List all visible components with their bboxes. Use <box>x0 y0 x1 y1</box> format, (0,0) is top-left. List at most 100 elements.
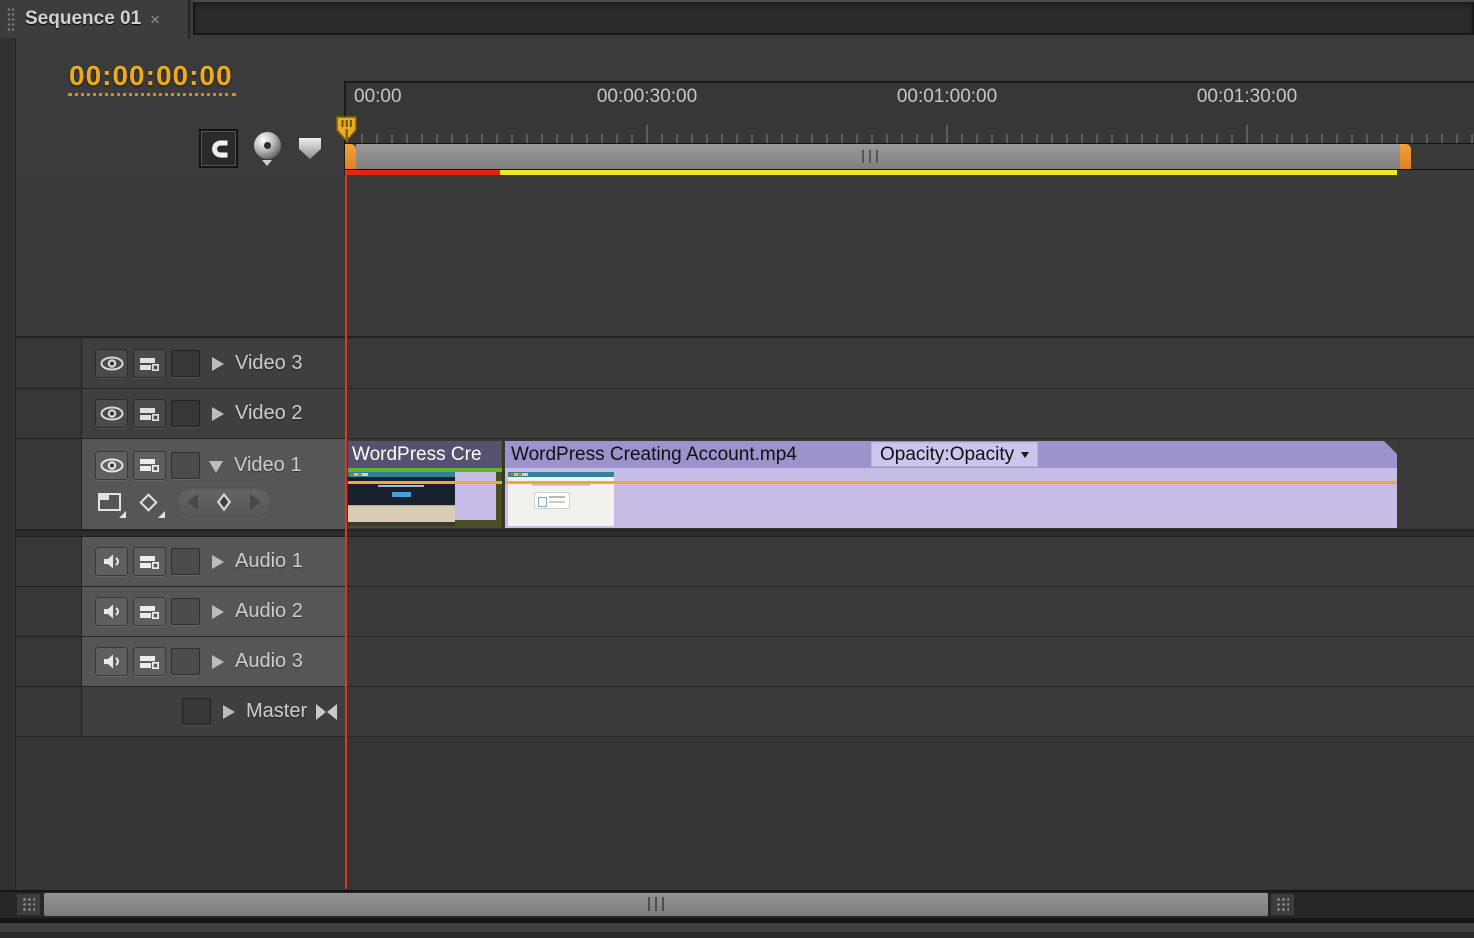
bowtie-icon <box>316 704 326 720</box>
header-margin-column <box>16 537 82 586</box>
sync-lock-icon <box>139 356 161 372</box>
tab-sequence[interactable]: Sequence 01 × <box>0 0 190 38</box>
track-lane-audio-2[interactable] <box>346 587 1474 637</box>
tab-well <box>193 2 1474 35</box>
flyout-corner-icon <box>119 511 126 518</box>
grip-dots-icon <box>22 897 35 912</box>
video-audio-divider[interactable] <box>16 530 1474 537</box>
effect-selector-label: Opacity:Opacity <box>880 444 1014 465</box>
current-time-indicator[interactable] <box>335 116 359 148</box>
effect-selector-dropdown[interactable]: Opacity:Opacity <box>872 443 1037 466</box>
toggle-track-output-button[interactable] <box>95 647 128 676</box>
track-label: Audio 1 <box>235 550 303 573</box>
ruler-major-tick <box>1246 125 1248 143</box>
thumbnail-dialog <box>534 492 570 509</box>
work-area-grip-icon[interactable] <box>862 150 879 163</box>
toggle-track-output-button[interactable] <box>95 547 128 576</box>
previous-keyframe-button[interactable] <box>187 494 198 510</box>
grip-dots-icon <box>1276 897 1289 912</box>
collapse-track-icon[interactable] <box>209 461 223 473</box>
thumbnail-browser-bar <box>508 472 614 477</box>
track-lock-toggle[interactable] <box>171 648 200 675</box>
track-lane-audio-3[interactable] <box>346 637 1474 687</box>
keyframe-navigator <box>176 487 272 518</box>
panel-grip-icon[interactable] <box>7 7 16 31</box>
track-lane-audio-1[interactable] <box>346 537 1474 587</box>
timeline-panel: Sequence 01 × 00:00:00:00 00:00 00:00:30… <box>0 0 1474 938</box>
track-lane-video-3[interactable] <box>346 339 1474 389</box>
track-label: Master <box>246 700 307 723</box>
sync-lock-button[interactable] <box>133 399 166 428</box>
panel-left-edge <box>0 38 16 890</box>
toggle-track-output-button[interactable] <box>95 597 128 626</box>
sync-lock-icon <box>139 554 161 570</box>
expand-track-icon[interactable] <box>212 605 224 619</box>
snap-button[interactable] <box>201 131 236 166</box>
dropdown-caret-icon <box>1021 452 1029 458</box>
sync-lock-icon <box>139 654 161 670</box>
opacity-rubber-band[interactable] <box>348 481 502 484</box>
ruler-minor-ticks <box>346 134 1474 143</box>
sync-lock-button[interactable] <box>133 647 166 676</box>
ruler-major-tick <box>646 125 648 143</box>
speaker-icon <box>102 653 122 670</box>
set-display-style-button[interactable] <box>95 489 123 515</box>
track-lock-toggle[interactable] <box>171 452 200 479</box>
add-remove-keyframe-button[interactable] <box>217 492 231 511</box>
expand-track-icon[interactable] <box>212 655 224 669</box>
thumbnail-footer <box>348 505 455 522</box>
opacity-rubber-band[interactable] <box>505 481 1397 484</box>
header-margin-column <box>16 587 82 636</box>
show-keyframes-master-button[interactable] <box>316 704 337 720</box>
next-keyframe-button[interactable] <box>250 494 261 510</box>
set-unnumbered-marker-button[interactable] <box>299 138 321 159</box>
sync-lock-button[interactable] <box>133 597 166 626</box>
track-lane-video-2[interactable] <box>346 389 1474 439</box>
track-header-video-3: Video 3 <box>16 339 345 389</box>
empty-area-above-tracks <box>346 176 1474 338</box>
scrollbar-right-grip-button[interactable] <box>1270 893 1295 916</box>
header-margin-column <box>16 339 82 388</box>
header-margin-column <box>16 389 82 438</box>
playhead-line <box>345 170 347 889</box>
bowtie-icon <box>327 704 337 720</box>
current-timecode-display[interactable]: 00:00:00:00 <box>68 60 236 96</box>
show-keyframes-button[interactable] <box>134 489 162 515</box>
ruler-major-tick <box>946 125 948 143</box>
chapter-marker-dot <box>264 142 271 149</box>
speaker-icon <box>102 553 122 570</box>
track-lock-toggle[interactable] <box>171 400 200 427</box>
work-area-end-handle[interactable] <box>1400 144 1411 169</box>
clip-title: WordPress Cre <box>348 441 502 468</box>
tab-close-icon[interactable]: × <box>150 11 160 28</box>
track-lock-toggle[interactable] <box>182 698 211 725</box>
clip-wordpress-selected[interactable]: WordPress Cre <box>348 441 503 528</box>
clip-wordpress-creating-account[interactable]: WordPress Creating Account.mp4 Opacity:O… <box>505 441 1397 528</box>
sync-lock-button[interactable] <box>133 451 166 480</box>
track-lane-master[interactable] <box>346 687 1474 737</box>
track-lock-toggle[interactable] <box>171 350 200 377</box>
clip-title: WordPress Creating Account.mp4 <box>511 444 797 465</box>
time-ruler[interactable]: 00:00 00:00:30:00 00:01:00:00 00:01:30:0… <box>346 83 1474 143</box>
toggle-track-output-button[interactable] <box>95 349 128 378</box>
scrollbar-thumb-grip-icon[interactable] <box>648 897 664 911</box>
track-lock-toggle[interactable] <box>171 598 200 625</box>
ruler-label-1m: 00:01:00:00 <box>897 86 997 108</box>
chapter-marker-pointer <box>262 160 272 166</box>
toggle-track-output-button[interactable] <box>95 399 128 428</box>
track-label: Audio 3 <box>235 650 303 673</box>
track-header-master: Master <box>16 687 345 737</box>
expand-track-icon[interactable] <box>223 705 235 719</box>
set-encore-chapter-marker-button[interactable] <box>251 131 285 167</box>
expand-track-icon[interactable] <box>212 555 224 569</box>
track-header-audio-1: Audio 1 <box>16 537 345 587</box>
track-lock-toggle[interactable] <box>171 548 200 575</box>
expand-track-icon[interactable] <box>212 357 224 371</box>
sync-lock-button[interactable] <box>133 547 166 576</box>
toggle-track-output-button[interactable] <box>95 451 128 480</box>
scrollbar-left-grip-button[interactable] <box>16 893 41 916</box>
sync-lock-button[interactable] <box>133 349 166 378</box>
expand-track-icon[interactable] <box>212 407 224 421</box>
eye-icon <box>100 458 124 473</box>
track-header-video-2: Video 2 <box>16 389 345 439</box>
